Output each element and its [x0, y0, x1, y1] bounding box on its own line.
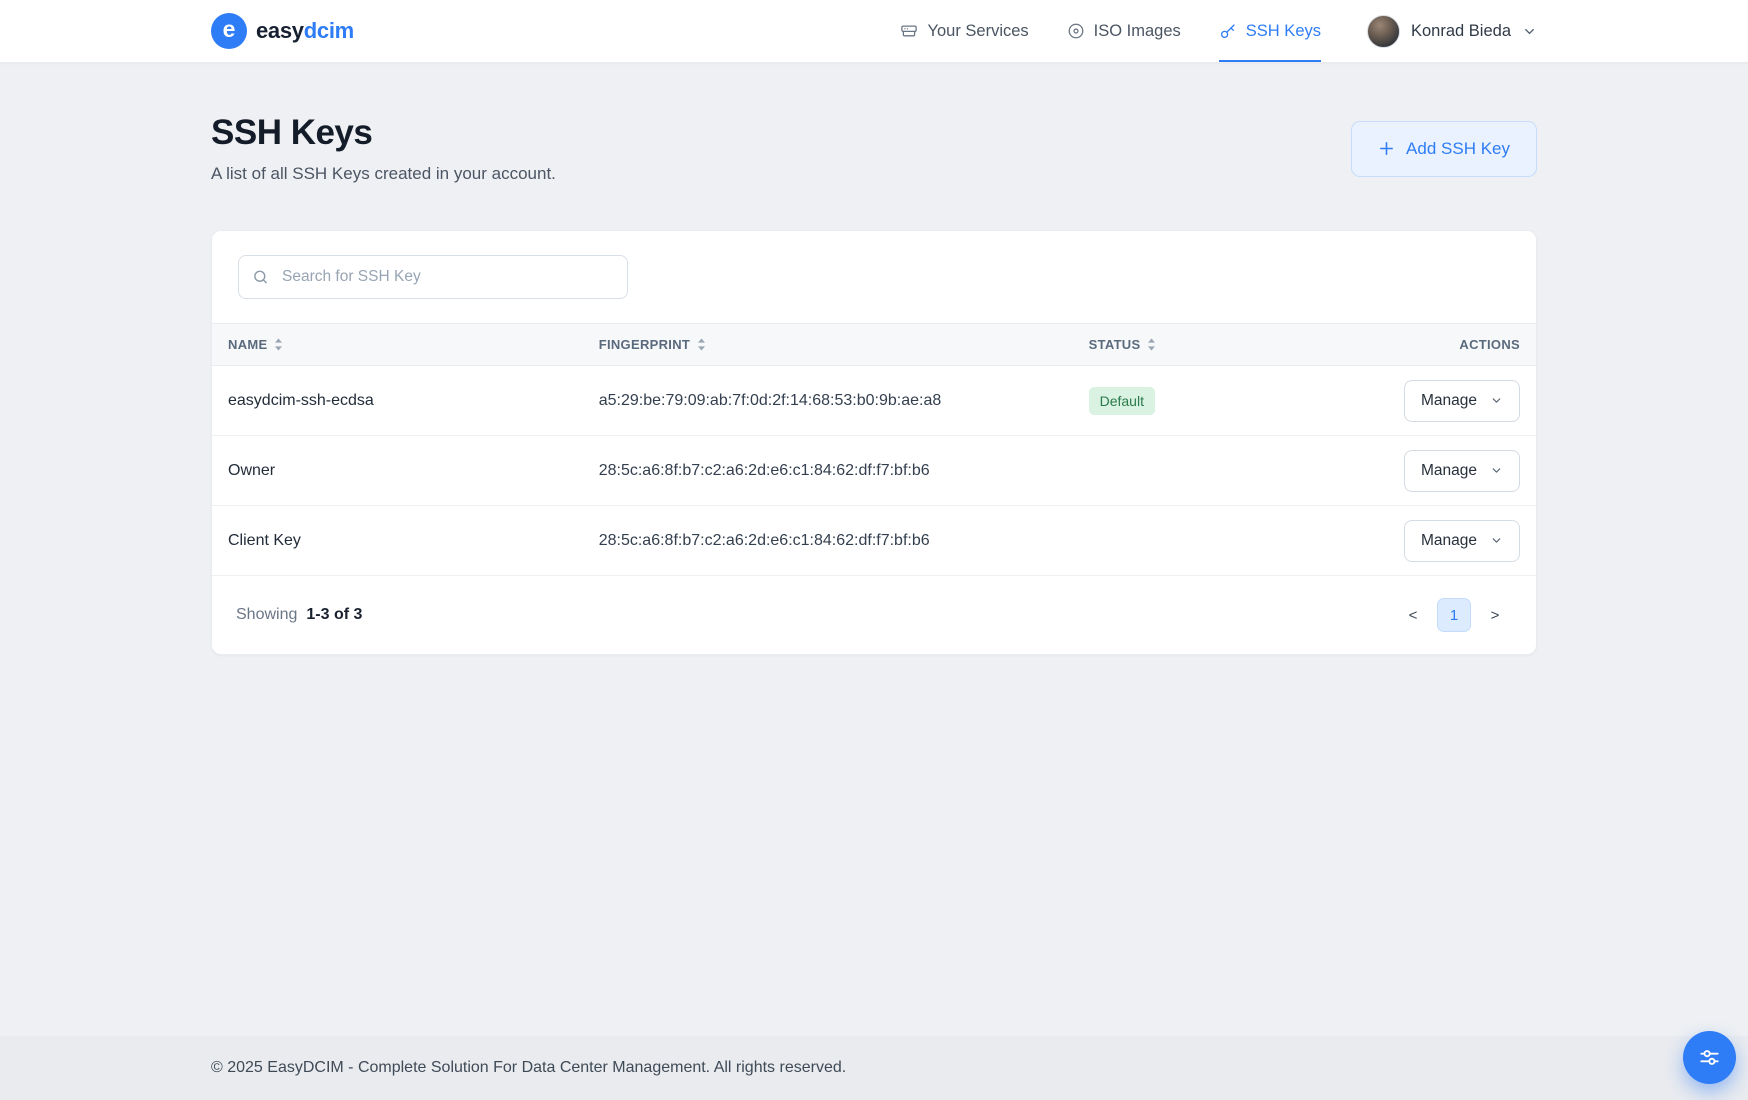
- nav-ssh-keys-label: SSH Keys: [1246, 22, 1321, 41]
- search-box: [238, 255, 628, 299]
- nav-iso-images-label: ISO Images: [1094, 22, 1181, 41]
- sort-icon[interactable]: [274, 338, 283, 351]
- page-header: SSH Keys A list of all SSH Keys created …: [211, 113, 1537, 184]
- column-header-actions: Actions: [1351, 324, 1536, 366]
- nav-item-ssh-keys[interactable]: SSH Keys: [1219, 0, 1321, 62]
- pagination: < 1 >: [1396, 598, 1512, 632]
- pagination-page-1-button[interactable]: 1: [1437, 598, 1471, 632]
- chevron-down-icon: [1490, 394, 1503, 407]
- table-row: Client Key 28:5c:a6:8f:b7:c2:a6:2d:e6:c1…: [212, 506, 1536, 576]
- page-header-text: SSH Keys A list of all SSH Keys created …: [211, 113, 556, 184]
- column-header-fingerprint-label: Fingerprint: [599, 337, 690, 352]
- brand-text-easy: easy: [256, 18, 304, 43]
- status-badge: Default: [1089, 387, 1155, 415]
- actions-cell: Manage: [1351, 366, 1536, 436]
- brand-logo[interactable]: e easydcim: [211, 13, 354, 49]
- search-icon: [252, 269, 269, 286]
- name-cell: Client Key: [212, 506, 583, 576]
- nav-item-your-services[interactable]: Your Services: [900, 0, 1028, 62]
- copyright-text: © 2025 EasyDCIM - Complete Solution For …: [211, 1059, 846, 1076]
- avatar: [1367, 15, 1400, 48]
- search-row: [212, 231, 1536, 323]
- column-header-name[interactable]: Name: [212, 324, 583, 366]
- page-subtitle: A list of all SSH Keys created in your a…: [211, 164, 556, 184]
- table-header-row: Name Fingerprint Status Actions: [212, 324, 1536, 366]
- top-navbar: e easydcim Your Services ISO Images: [0, 0, 1748, 63]
- pagination-next-button[interactable]: >: [1478, 598, 1512, 632]
- nav-your-services-label: Your Services: [927, 22, 1028, 41]
- fingerprint-cell: 28:5c:a6:8f:b7:c2:a6:2d:e6:c1:84:62:df:f…: [583, 436, 1073, 506]
- showing-label: Showing: [236, 606, 297, 624]
- column-header-status[interactable]: Status: [1073, 324, 1351, 366]
- fingerprint-cell: 28:5c:a6:8f:b7:c2:a6:2d:e6:c1:84:62:df:f…: [583, 506, 1073, 576]
- sort-icon[interactable]: [1147, 338, 1156, 351]
- manage-button-label: Manage: [1421, 392, 1477, 410]
- manage-button-label: Manage: [1421, 532, 1477, 550]
- brand-text: easydcim: [256, 18, 354, 44]
- name-cell: easydcim-ssh-ecdsa: [212, 366, 583, 436]
- brand-text-dcim: dcim: [304, 18, 354, 43]
- chevron-down-icon: [1490, 464, 1503, 477]
- add-ssh-key-label: Add SSH Key: [1406, 139, 1510, 159]
- main-content: SSH Keys A list of all SSH Keys created …: [211, 63, 1537, 655]
- server-icon: [900, 22, 918, 40]
- actions-cell: Manage: [1351, 436, 1536, 506]
- chevron-down-icon: [1490, 534, 1503, 547]
- actions-cell: Manage: [1351, 506, 1536, 576]
- table-footer: Showing 1-3 of 3 < 1 >: [212, 576, 1536, 654]
- fingerprint-cell: a5:29:be:79:09:ab:7f:0d:2f:14:68:53:b0:9…: [583, 366, 1073, 436]
- settings-fab[interactable]: [1683, 1031, 1736, 1084]
- content-area: SSH Keys A list of all SSH Keys created …: [0, 63, 1748, 1036]
- ssh-keys-card: Name Fingerprint Status Actions: [211, 230, 1537, 655]
- plus-icon: [1378, 140, 1395, 157]
- ssh-keys-table: Name Fingerprint Status Actions: [212, 323, 1536, 576]
- name-cell: Owner: [212, 436, 583, 506]
- easydcim-logo-icon: e: [211, 13, 247, 49]
- status-cell: [1073, 506, 1351, 576]
- disc-icon: [1067, 22, 1085, 40]
- column-header-name-label: Name: [228, 337, 267, 352]
- status-cell: [1073, 436, 1351, 506]
- showing-range: 1-3 of 3: [306, 606, 362, 624]
- pagination-prev-button[interactable]: <: [1396, 598, 1430, 632]
- column-header-actions-label: Actions: [1459, 337, 1520, 352]
- column-header-fingerprint[interactable]: Fingerprint: [583, 324, 1073, 366]
- search-input[interactable]: [238, 255, 628, 299]
- manage-button[interactable]: Manage: [1404, 520, 1520, 562]
- site-footer: © 2025 EasyDCIM - Complete Solution For …: [0, 1036, 1748, 1100]
- manage-button[interactable]: Manage: [1404, 450, 1520, 492]
- add-ssh-key-button[interactable]: Add SSH Key: [1351, 121, 1537, 177]
- manage-button[interactable]: Manage: [1404, 380, 1520, 422]
- user-name: Konrad Bieda: [1411, 22, 1511, 41]
- chevron-down-icon: [1522, 24, 1537, 39]
- key-icon: [1219, 22, 1237, 40]
- table-row: Owner 28:5c:a6:8f:b7:c2:a6:2d:e6:c1:84:6…: [212, 436, 1536, 506]
- page: e easydcim Your Services ISO Images: [0, 0, 1748, 1100]
- column-header-status-label: Status: [1089, 337, 1141, 352]
- manage-button-label: Manage: [1421, 462, 1477, 480]
- page-title: SSH Keys: [211, 113, 556, 153]
- nav-item-iso-images[interactable]: ISO Images: [1067, 0, 1181, 62]
- sort-icon[interactable]: [697, 338, 706, 351]
- status-cell: Default: [1073, 366, 1351, 436]
- table-row: easydcim-ssh-ecdsa a5:29:be:79:09:ab:7f:…: [212, 366, 1536, 436]
- user-menu[interactable]: Konrad Bieda: [1367, 0, 1537, 62]
- showing-summary: Showing 1-3 of 3: [236, 606, 362, 624]
- primary-nav: Your Services ISO Images SSH Keys: [900, 0, 1537, 62]
- sliders-icon: [1698, 1046, 1721, 1069]
